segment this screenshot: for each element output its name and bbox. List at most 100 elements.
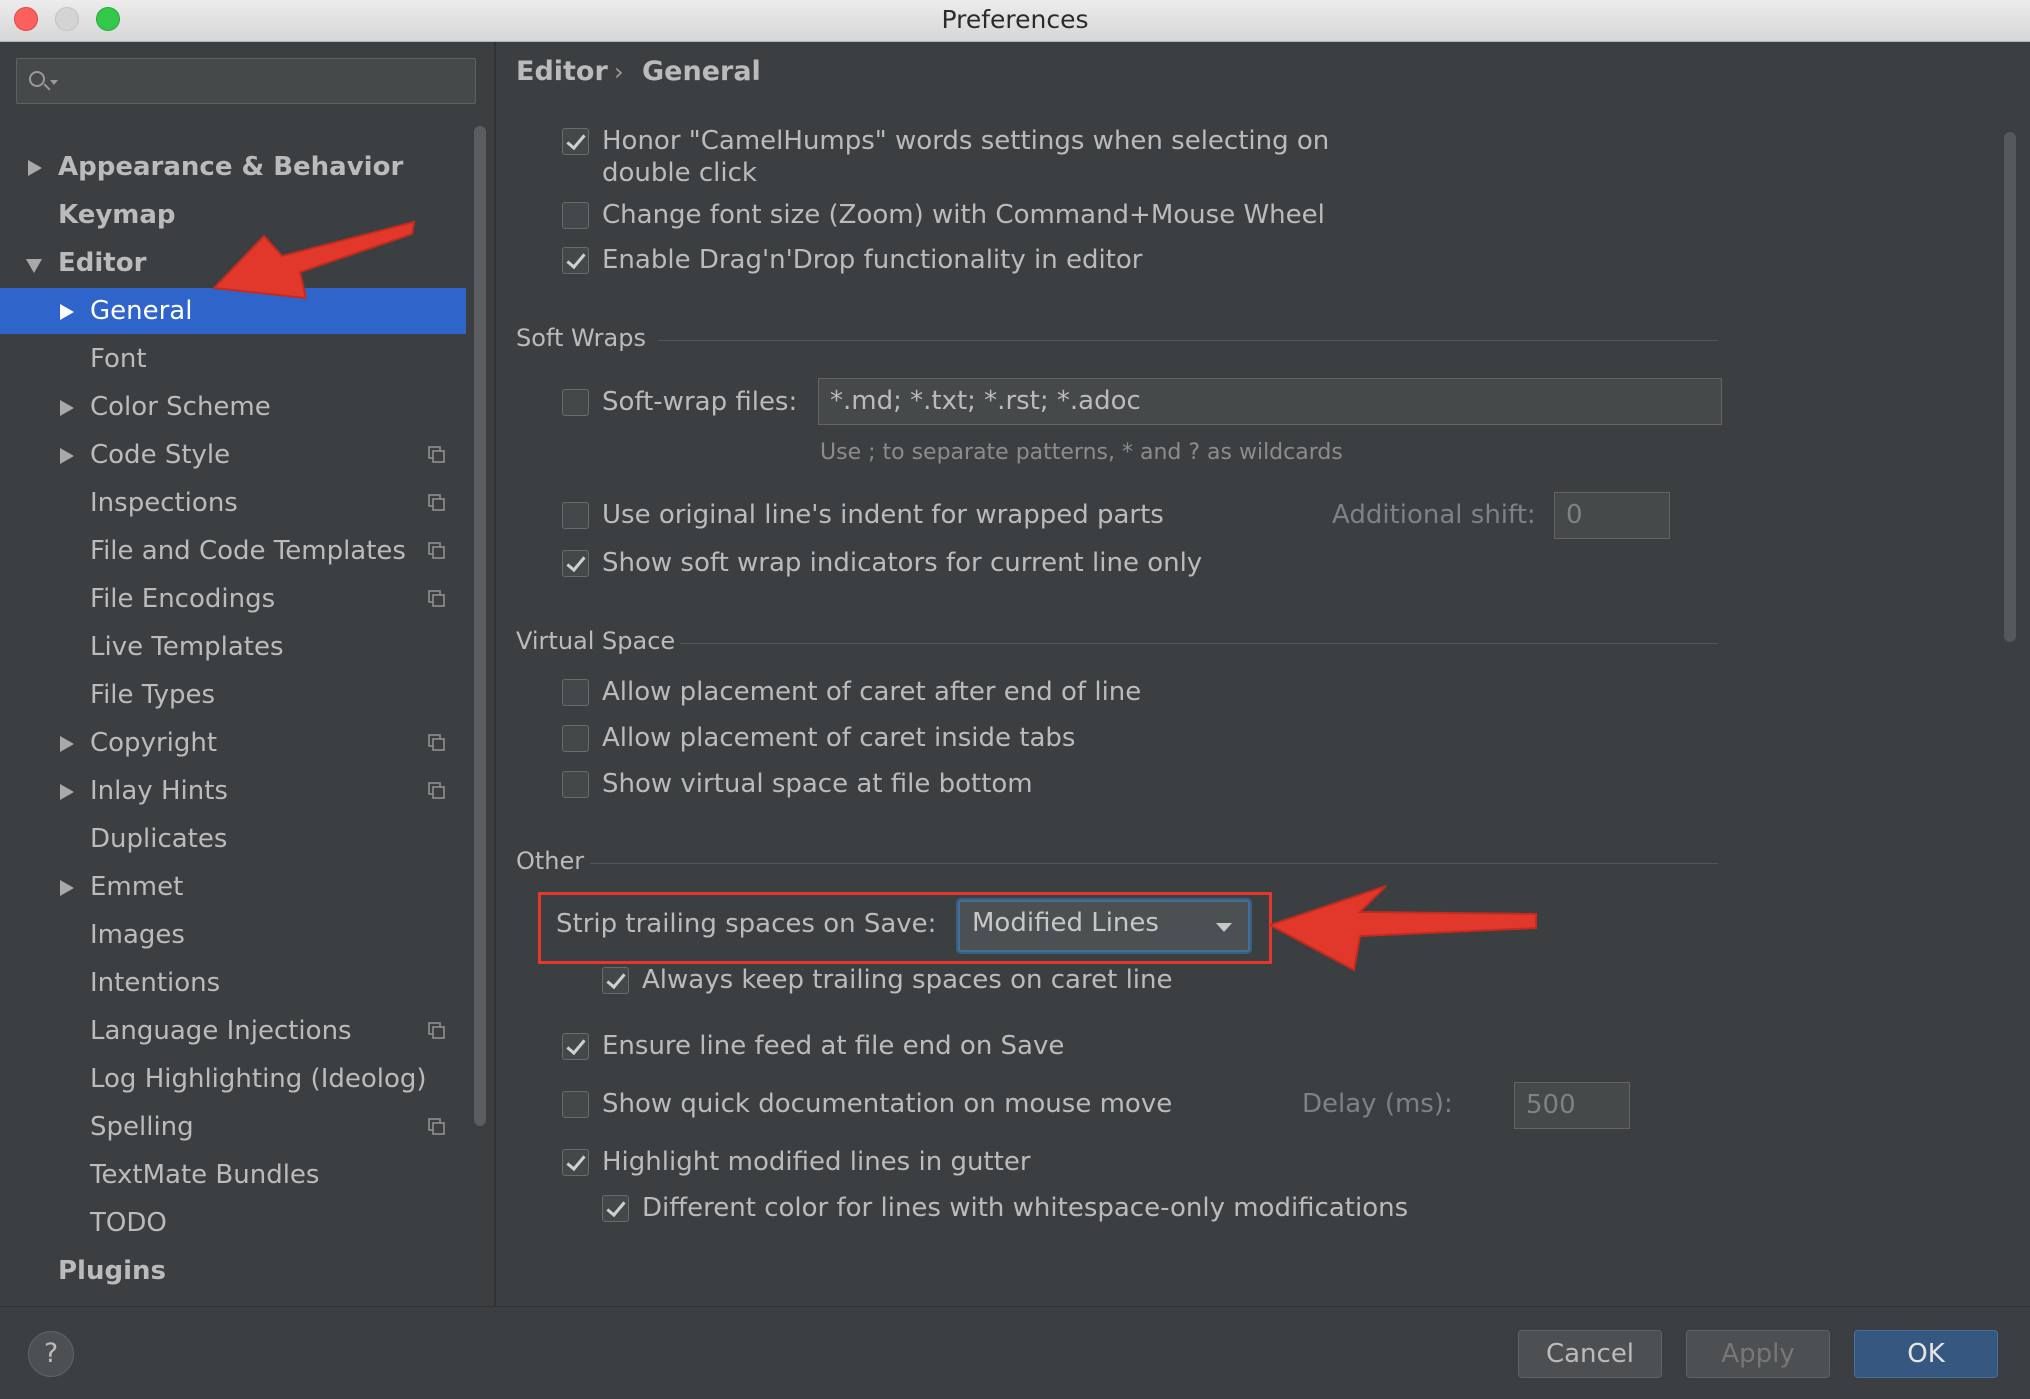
softwrap-files-label: Soft-wrap files:	[602, 387, 798, 417]
project-scope-icon	[428, 1118, 445, 1135]
triangle-down-icon[interactable]	[26, 259, 42, 273]
project-scope-icon	[428, 542, 445, 559]
delay-label: Delay (ms):	[1302, 1089, 1453, 1119]
softwrap-files-checkbox[interactable]	[562, 389, 589, 416]
project-scope-icon	[428, 782, 445, 799]
delay-input[interactable]: 500	[1514, 1082, 1630, 1129]
original-indent-label: Use original line's indent for wrapped p…	[602, 500, 1164, 530]
apply-button[interactable]: Apply	[1686, 1330, 1830, 1378]
checkmark-icon	[566, 129, 586, 151]
sidebar-item-label: File and Code Templates	[90, 536, 406, 566]
quick-doc-checkbox[interactable]	[562, 1091, 589, 1118]
sidebar-item-label: Emmet	[90, 872, 184, 902]
sidebar-item-label: Copyright	[90, 728, 218, 758]
caret-inside-tabs-checkbox[interactable]	[562, 725, 589, 752]
sidebar-item-images[interactable]: Images	[0, 912, 466, 958]
sidebar-item-general[interactable]: General	[0, 288, 466, 334]
section-divider	[658, 340, 1718, 341]
search-icon	[29, 71, 45, 87]
dragdrop-checkbox[interactable]	[562, 247, 589, 274]
virtual-space-bottom-checkbox[interactable]	[562, 771, 589, 798]
triangle-right-icon[interactable]	[60, 784, 74, 800]
other-section-title: Other	[516, 847, 585, 875]
sidebar-item-inlay-hints[interactable]: Inlay Hints	[0, 768, 466, 814]
sidebar-item-appearance-behavior[interactable]: Appearance & Behavior	[0, 144, 466, 190]
highlight-modified-label: Highlight modified lines in gutter	[602, 1147, 1031, 1177]
sidebar-item-editor[interactable]: Editor	[0, 240, 466, 286]
quick-doc-label: Show quick documentation on mouse move	[602, 1089, 1173, 1119]
sidebar-item-copyright[interactable]: Copyright	[0, 720, 466, 766]
triangle-right-icon[interactable]	[60, 400, 74, 416]
triangle-right-icon[interactable]	[60, 304, 74, 320]
caret-after-eol-checkbox[interactable]	[562, 679, 589, 706]
highlight-modified-checkbox[interactable]	[562, 1149, 589, 1176]
softwrap-pattern-hint: Use ; to separate patterns, * and ? as w…	[820, 440, 1343, 465]
whitespace-color-label: Different color for lines with whitespac…	[642, 1193, 1409, 1223]
sidebar-item-log-highlighting-ideolog[interactable]: Log Highlighting (Ideolog)	[0, 1056, 466, 1102]
cancel-button[interactable]: Cancel	[1518, 1330, 1662, 1378]
settings-content-panel: Editor › General Honor "CamelHumps" word…	[496, 42, 2030, 1306]
sidebar-item-inspections[interactable]: Inspections	[0, 480, 466, 526]
caret-inside-tabs-label: Allow placement of caret inside tabs	[602, 723, 1076, 753]
line-feed-label: Ensure line feed at file end on Save	[602, 1031, 1065, 1061]
sidebar-item-spelling[interactable]: Spelling	[0, 1104, 466, 1150]
sidebar-item-code-style[interactable]: Code Style	[0, 432, 466, 478]
sidebar-item-intentions[interactable]: Intentions	[0, 960, 466, 1006]
sidebar-item-label: Inlay Hints	[90, 776, 228, 806]
triangle-right-icon[interactable]	[60, 448, 74, 464]
sidebar-item-emmet[interactable]: Emmet	[0, 864, 466, 910]
section-divider	[680, 643, 1718, 644]
sidebar-item-label: Editor	[58, 248, 147, 278]
sidebar-item-textmate-bundles[interactable]: TextMate Bundles	[0, 1152, 466, 1198]
zoom-label: Change font size (Zoom) with Command+Mou…	[602, 200, 1325, 230]
checkmark-icon	[566, 551, 586, 573]
project-scope-icon	[428, 494, 445, 511]
zoom-checkbox[interactable]	[562, 202, 589, 229]
sidebar-item-live-templates[interactable]: Live Templates	[0, 624, 466, 670]
sidebar-item-keymap[interactable]: Keymap	[0, 192, 466, 238]
sidebar-item-todo[interactable]: TODO	[0, 1200, 466, 1246]
dragdrop-label: Enable Drag'n'Drop functionality in edit…	[602, 245, 1143, 275]
sidebar-scrollbar[interactable]	[474, 126, 486, 1126]
sidebar-item-label: TextMate Bundles	[90, 1160, 320, 1190]
checkmark-icon	[606, 968, 626, 990]
sidebar-item-label: Language Injections	[90, 1016, 352, 1046]
softwrap-files-input[interactable]: *.md; *.txt; *.rst; *.adoc	[818, 378, 1722, 425]
sidebar-item-language-injections[interactable]: Language Injections	[0, 1008, 466, 1054]
strip-trailing-dropdown[interactable]: Modified Lines	[958, 900, 1250, 952]
triangle-right-icon[interactable]	[60, 736, 74, 752]
sidebar-item-label: Log Highlighting (Ideolog)	[90, 1064, 427, 1094]
triangle-right-icon[interactable]	[28, 160, 42, 176]
sidebar-item-label: Font	[90, 344, 147, 374]
softwrap-indicators-label: Show soft wrap indicators for current li…	[602, 548, 1203, 578]
settings-sidebar: Appearance & Behavior Keymap Editor General…	[0, 42, 494, 1334]
settings-search-input[interactable]	[16, 58, 476, 104]
checkmark-icon	[566, 1034, 586, 1056]
sidebar-item-color-scheme[interactable]: Color Scheme	[0, 384, 466, 430]
softwrap-indicators-checkbox[interactable]	[562, 550, 589, 577]
whitespace-color-checkbox[interactable]	[602, 1195, 629, 1222]
sidebar-item-label: Plugins	[58, 1256, 166, 1286]
sidebar-item-duplicates[interactable]: Duplicates	[0, 816, 466, 862]
camelhumps-checkbox[interactable]	[562, 128, 589, 155]
checkmark-icon	[606, 1196, 626, 1218]
project-scope-icon	[428, 734, 445, 751]
line-feed-checkbox[interactable]	[562, 1033, 589, 1060]
sidebar-item-font[interactable]: Font	[0, 336, 466, 382]
help-button[interactable]: ?	[28, 1331, 74, 1377]
sidebar-item-file-types[interactable]: File Types	[0, 672, 466, 718]
original-indent-checkbox[interactable]	[562, 502, 589, 529]
sidebar-item-label: Intentions	[90, 968, 221, 998]
additional-shift-input[interactable]: 0	[1554, 492, 1670, 539]
triangle-right-icon[interactable]	[60, 880, 74, 896]
search-options-caret-icon[interactable]	[50, 80, 58, 85]
breadcrumb-editor[interactable]: Editor	[516, 56, 608, 87]
checkmark-icon	[566, 1150, 586, 1172]
sidebar-item-plugins[interactable]: Plugins	[0, 1248, 466, 1294]
content-scrollbar[interactable]	[2004, 132, 2016, 642]
keep-caret-line-checkbox[interactable]	[602, 967, 629, 994]
sidebar-item-label: Live Templates	[90, 632, 284, 662]
sidebar-item-file-encodings[interactable]: File Encodings	[0, 576, 466, 622]
ok-button[interactable]: OK	[1854, 1330, 1998, 1378]
sidebar-item-file-and-code-templates[interactable]: File and Code Templates	[0, 528, 466, 574]
